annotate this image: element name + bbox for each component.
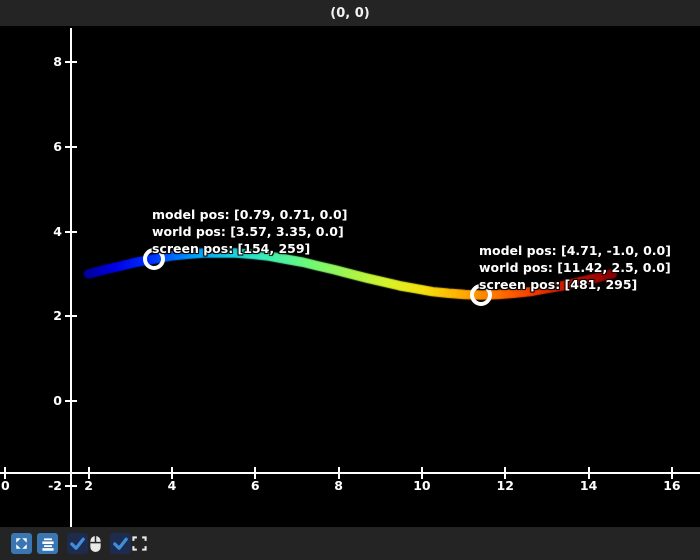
checkbox-checked-icon [113,537,128,550]
y-tick-label: 4 [53,223,62,239]
x-tick-label: 6 [250,478,260,493]
y-tick-mark [65,484,77,487]
bottom-toolbar [0,527,700,560]
mouse-indicator[interactable] [88,533,103,554]
fit-view-button[interactable] [11,533,32,554]
y-tick-mark [65,61,77,64]
y-tick-mark [65,315,77,318]
y-tick-mark [65,230,77,233]
y-tick-label: 0 [53,392,62,408]
title-bar: (0, 0) [0,0,700,26]
x-tick-label: 14 [579,478,598,493]
x-tick-label: 16 [663,478,681,493]
checkbox-checked-icon [70,537,85,550]
world-pos-text: world pos: [11.42, 2.5, 0.0] [479,260,671,275]
expand-arrows-icon [16,538,27,549]
center-view-button[interactable] [37,533,58,554]
fullscreen-indicator[interactable] [132,533,147,554]
marker-annotation: model pos: [4.71, -1.0, 0.0] world pos: … [479,242,671,293]
model-pos-text: model pos: [0.79, 0.71, 0.0] [152,207,348,222]
mouse-toggle-checkbox[interactable] [67,533,88,554]
x-tick-label: 2 [84,478,93,493]
y-tick-label: 8 [53,54,62,70]
fullscreen-toggle-checkbox[interactable] [110,533,131,554]
screen-pos-text: screen pos: [481, 295] [479,277,638,292]
x-tick-label: 12 [496,478,514,493]
x-axis-line [0,472,700,474]
y-axis-line [70,28,72,527]
x-tick-label: 4 [167,478,177,493]
y-tick-label: -2 [48,477,62,493]
app-window: (0, 0) 0 2 4 6 8 10 12 14 16 8 6 4 2 0 -2 model pos: … [0,0,700,560]
marker-annotation: model pos: [0.79, 0.71, 0.0] world pos: … [152,206,347,257]
world-pos-text: world pos: [3.57, 3.35, 0.0] [152,224,344,239]
fullscreen-brackets-icon [132,536,147,551]
model-pos-text: model pos: [4.71, -1.0, 0.0] [479,243,671,258]
x-tick-label: 10 [413,478,431,493]
y-tick-label: 6 [53,138,62,154]
y-tick-mark [65,399,77,402]
window-title: (0, 0) [330,5,370,21]
y-tick-label: 2 [53,308,62,324]
align-center-lines-icon [41,537,54,551]
x-tick-label: 8 [334,478,343,493]
y-tick-mark [65,145,77,148]
screen-pos-text: screen pos: [154, 259] [152,241,311,256]
mouse-icon [90,535,101,552]
